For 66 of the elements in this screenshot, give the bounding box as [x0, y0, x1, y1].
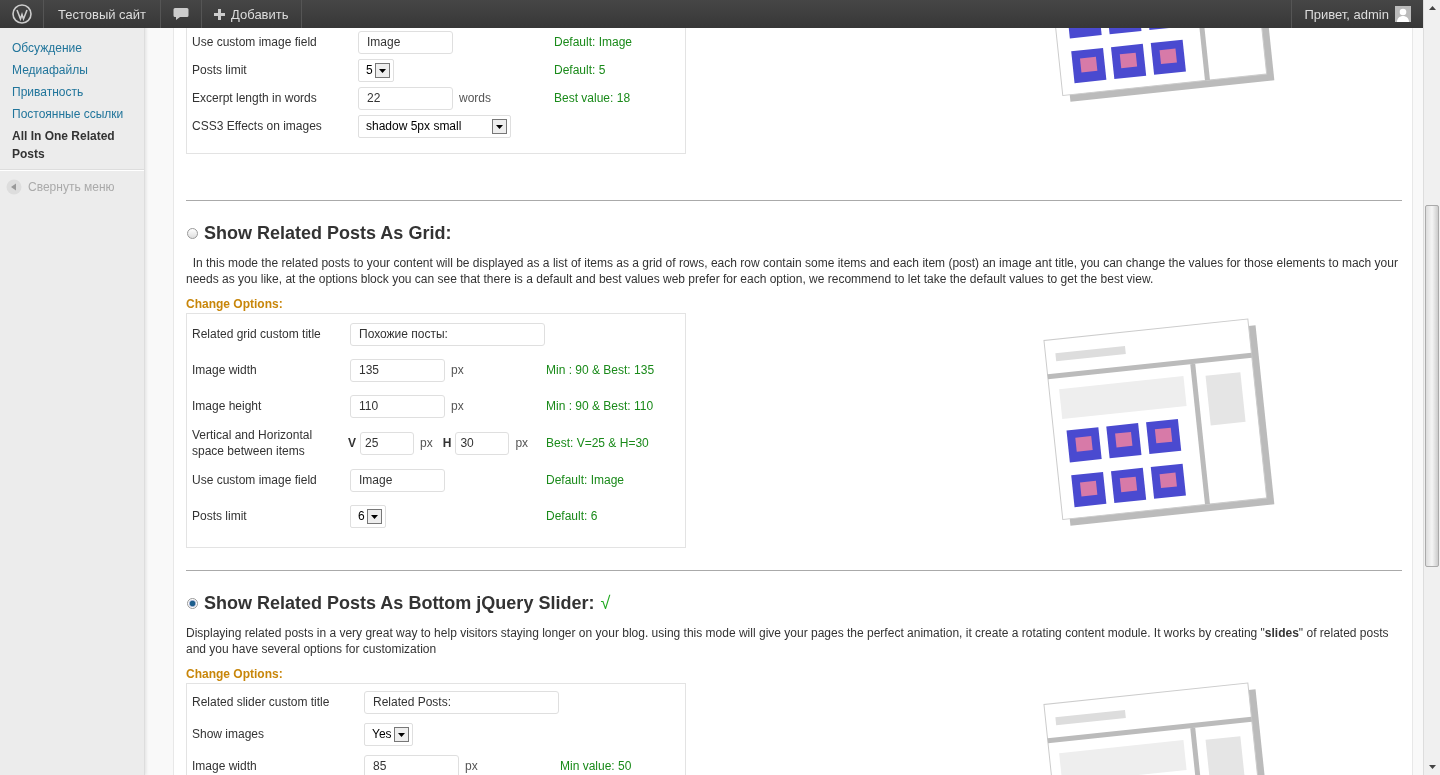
hint-text: Default: 5	[554, 63, 606, 77]
hint-text: Min value: 50	[560, 759, 632, 773]
option-label: Image width	[192, 362, 258, 378]
unit-label: px	[420, 436, 433, 450]
hint-text: Min : 90 & Best: 110	[546, 399, 654, 413]
hint-text: Best: V=25 & H=30	[546, 436, 649, 450]
dropdown[interactable]: 5	[358, 58, 394, 82]
unit-label: px	[451, 363, 464, 377]
hint-text: Default: Image	[546, 473, 625, 487]
hint-text: Default: 6	[546, 509, 598, 523]
option-label: Image width	[192, 758, 258, 774]
section-title: Show Related Posts As Bottom jQuery Slider:	[204, 593, 595, 614]
sidebar-item[interactable]: Приватность	[0, 81, 144, 103]
check-mark: √	[600, 593, 611, 614]
text-field[interactable]: 135	[350, 358, 445, 382]
unit-label: px	[515, 436, 529, 450]
sidebar-item[interactable]: Обсуждение	[0, 37, 144, 59]
text-field[interactable]: 30	[455, 431, 510, 455]
option-label: Vertical and Horizontal space between items	[192, 427, 314, 459]
avatar-icon	[1395, 6, 1411, 22]
option-label: Excerpt length in words	[192, 90, 318, 106]
option-label: Use custom image field	[192, 472, 318, 488]
sidebar-item[interactable]: Постоянные ссылки	[0, 103, 144, 125]
mode-radio[interactable]	[187, 598, 198, 609]
section-description: In this mode the related posts to your content will be displayed as a list of items as a grid of rows, each row contain some items and each item (post) an image ant title, you can change the values for those elements to mach your needs as you like, at the options block you can see that there is a default and best values web prefer for each option, we recommend to let take the default values to get the best view.	[186, 255, 1399, 287]
hint-text: Default: Image	[554, 35, 633, 49]
caret-icon	[374, 62, 390, 78]
text-field[interactable]: 22	[358, 86, 453, 110]
plus-icon	[214, 8, 226, 20]
option-label: CSS3 Effects on images	[192, 118, 323, 134]
text-field[interactable]: 110	[350, 394, 445, 418]
caret-icon	[492, 118, 507, 134]
options-heading: Change Options:	[186, 297, 284, 311]
option-label: Posts limit	[192, 508, 248, 524]
text-field[interactable]: Related Posts:	[364, 690, 559, 714]
dropdown[interactable]: Yes	[364, 722, 413, 746]
sidebar-item[interactable]: All In One Related Posts	[0, 127, 144, 163]
axis-label: H	[442, 436, 452, 450]
text-field[interactable]: 85	[364, 754, 459, 775]
hint-text: Best value: 18	[554, 91, 631, 105]
option-label: Related grid custom title	[192, 326, 322, 342]
unit-label: words	[459, 91, 491, 105]
option-label: Posts limit	[192, 62, 248, 78]
options-heading: Change Options:	[186, 667, 284, 681]
text-field[interactable]: Похожие посты:	[350, 322, 545, 346]
option-label: Image height	[192, 398, 263, 414]
mode-radio[interactable]	[187, 228, 198, 239]
axis-label: V	[348, 436, 356, 450]
section-description: Displaying related posts in a very great way to help visitors staying longer on your blog. using this mode will give your pages the perfect animation, it create a rotating content module. It works by creating "slides" of related posts and you have several options for customization	[186, 625, 1390, 657]
scroll-thumb[interactable]	[1425, 205, 1439, 567]
caret-icon	[366, 508, 382, 524]
option-label: Show images	[192, 726, 266, 742]
text-field[interactable]: Image	[350, 468, 445, 492]
sidebar-item[interactable]: Медиафайлы	[0, 59, 144, 81]
text-field[interactable]: Image	[358, 30, 453, 54]
option-label: Related slider custom title	[192, 694, 331, 710]
dropdown[interactable]: 6	[350, 504, 386, 528]
dropdown[interactable]: shadow 5px small	[358, 114, 511, 138]
text-field[interactable]: 25	[360, 431, 414, 455]
hint-text: Min : 90 & Best: 135	[546, 363, 655, 377]
scrollbar[interactable]	[1423, 0, 1440, 775]
section-title: Show Related Posts As Grid:	[204, 223, 452, 244]
option-label: Use custom image field	[192, 34, 318, 50]
unit-label: px	[451, 399, 464, 413]
caret-icon	[393, 726, 409, 742]
unit-label: px	[465, 759, 478, 773]
